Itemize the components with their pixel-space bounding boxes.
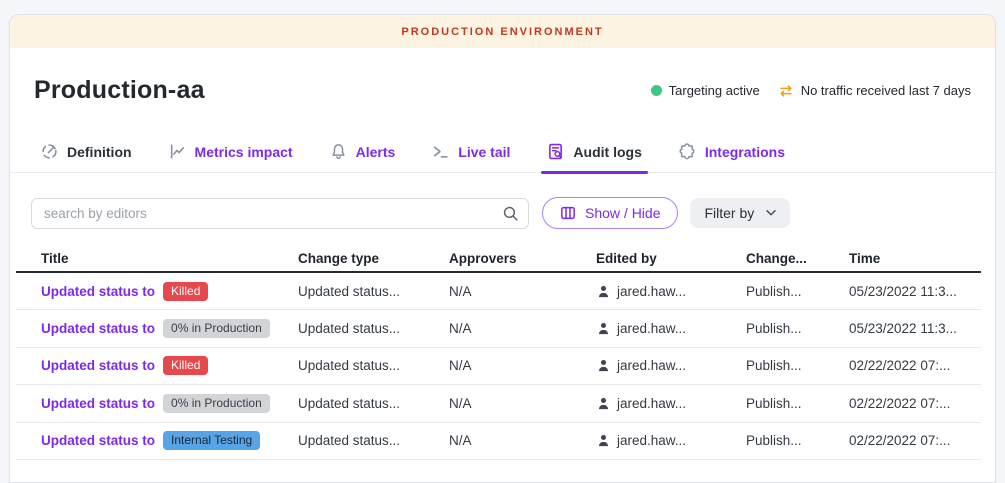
col-change: Change... xyxy=(746,251,849,266)
show-hide-button[interactable]: Show / Hide xyxy=(542,197,678,229)
environment-banner: PRODUCTION ENVIRONMENT xyxy=(10,15,995,48)
table-header: Title Change type Approvers Edited by Ch… xyxy=(16,245,981,273)
change-type-cell: Updated status... xyxy=(298,284,449,299)
approvers-cell: N/A xyxy=(449,358,596,373)
edited-by-text: jared.haw... xyxy=(617,321,686,336)
targeting-status-label: Targeting active xyxy=(669,83,760,98)
page-header: Production-aa Targeting active No traffi… xyxy=(10,48,995,105)
col-change-type: Change type xyxy=(298,251,449,266)
edited-by-text: jared.haw... xyxy=(617,433,686,448)
edited-by-cell: jared.haw... xyxy=(596,396,746,411)
title-cell: Updated status to 0% in Production xyxy=(41,319,298,338)
table-row: Updated status to Killed Updated status.… xyxy=(16,348,981,385)
tab-bar: Definition Metrics impact Alerts Live ta… xyxy=(10,131,995,173)
tab-definition[interactable]: Definition xyxy=(41,131,132,173)
definition-icon xyxy=(41,143,58,160)
status-group: Targeting active No traffic received las… xyxy=(651,83,971,99)
change-type-cell: Updated status... xyxy=(298,358,449,373)
search-icon xyxy=(502,205,519,222)
status-badge: 0% in Production xyxy=(163,394,270,413)
status-badge: 0% in Production xyxy=(163,319,270,338)
change-cell: Publish... xyxy=(746,358,849,373)
approvers-cell: N/A xyxy=(449,284,596,299)
experiment-panel: PRODUCTION ENVIRONMENT Production-aa Tar… xyxy=(9,14,996,483)
audit-log-table: Title Change type Approvers Edited by Ch… xyxy=(16,245,981,460)
person-icon xyxy=(596,321,611,336)
bell-icon xyxy=(330,143,347,160)
row-title-link[interactable]: Updated status to xyxy=(41,358,155,373)
edited-by-text: jared.haw... xyxy=(617,396,686,411)
row-title-link[interactable]: Updated status to xyxy=(41,284,155,299)
tab-alerts[interactable]: Alerts xyxy=(330,131,396,173)
edited-by-cell: jared.haw... xyxy=(596,358,746,373)
status-badge: Internal Testing xyxy=(163,431,260,450)
traffic-status: No traffic received last 7 days xyxy=(778,83,971,99)
edited-by-cell: jared.haw... xyxy=(596,321,746,336)
col-edited-by: Edited by xyxy=(596,251,746,266)
person-icon xyxy=(596,433,611,448)
puzzle-icon xyxy=(679,143,696,160)
approvers-cell: N/A xyxy=(449,433,596,448)
time-cell: 05/23/2022 11:3... xyxy=(849,284,981,299)
tab-audit-logs[interactable]: Audit logs xyxy=(547,131,641,173)
metrics-chart-icon xyxy=(169,143,186,160)
time-cell: 02/22/2022 07:... xyxy=(849,358,981,373)
person-icon xyxy=(596,284,611,299)
columns-icon xyxy=(560,205,576,221)
col-time: Time xyxy=(849,251,981,266)
tab-integrations[interactable]: Integrations xyxy=(679,131,785,173)
col-approvers: Approvers xyxy=(449,251,596,266)
person-icon xyxy=(596,396,611,411)
change-type-cell: Updated status... xyxy=(298,321,449,336)
title-cell: Updated status to Internal Testing xyxy=(41,431,298,450)
row-title-link[interactable]: Updated status to xyxy=(41,396,155,411)
change-cell: Publish... xyxy=(746,433,849,448)
title-cell: Updated status to Killed xyxy=(41,282,298,301)
time-cell: 02/22/2022 07:... xyxy=(849,396,981,411)
edited-by-cell: jared.haw... xyxy=(596,433,746,448)
change-cell: Publish... xyxy=(746,321,849,336)
col-title: Title xyxy=(41,251,298,266)
title-cell: Updated status to 0% in Production xyxy=(41,394,298,413)
toolbar: Show / Hide Filter by xyxy=(10,197,995,229)
person-icon xyxy=(596,358,611,373)
status-badge: Killed xyxy=(163,282,208,301)
search-input[interactable] xyxy=(31,198,529,229)
time-cell: 02/22/2022 07:... xyxy=(849,433,981,448)
table-row: Updated status to Internal Testing Updat… xyxy=(16,423,981,460)
page-title: Production-aa xyxy=(34,76,205,105)
swap-arrows-icon xyxy=(778,83,794,99)
row-title-link[interactable]: Updated status to xyxy=(41,433,155,448)
chevron-down-icon xyxy=(764,206,778,220)
status-badge: Killed xyxy=(163,356,208,375)
tab-metrics-impact[interactable]: Metrics impact xyxy=(169,131,293,173)
approvers-cell: N/A xyxy=(449,396,596,411)
filter-by-button[interactable]: Filter by xyxy=(690,198,790,228)
table-row: Updated status to 0% in Production Updat… xyxy=(16,310,981,347)
tab-live-tail[interactable]: Live tail xyxy=(432,131,510,173)
edited-by-cell: jared.haw... xyxy=(596,284,746,299)
table-row: Updated status to Killed Updated status.… xyxy=(16,273,981,310)
traffic-status-label: No traffic received last 7 days xyxy=(801,83,971,98)
edited-by-text: jared.haw... xyxy=(617,284,686,299)
title-cell: Updated status to Killed xyxy=(41,356,298,375)
audit-log-icon xyxy=(547,143,564,160)
time-cell: 05/23/2022 11:3... xyxy=(849,321,981,336)
approvers-cell: N/A xyxy=(449,321,596,336)
table-row: Updated status to 0% in Production Updat… xyxy=(16,385,981,422)
change-type-cell: Updated status... xyxy=(298,433,449,448)
change-type-cell: Updated status... xyxy=(298,396,449,411)
edited-by-text: jared.haw... xyxy=(617,358,686,373)
terminal-icon xyxy=(432,143,449,160)
change-cell: Publish... xyxy=(746,396,849,411)
change-cell: Publish... xyxy=(746,284,849,299)
green-dot-icon xyxy=(651,85,662,96)
environment-banner-label: PRODUCTION ENVIRONMENT xyxy=(401,26,603,38)
search-wrap xyxy=(31,198,529,229)
row-title-link[interactable]: Updated status to xyxy=(41,321,155,336)
targeting-status: Targeting active xyxy=(651,83,760,98)
table-body: Updated status to Killed Updated status.… xyxy=(16,273,981,460)
